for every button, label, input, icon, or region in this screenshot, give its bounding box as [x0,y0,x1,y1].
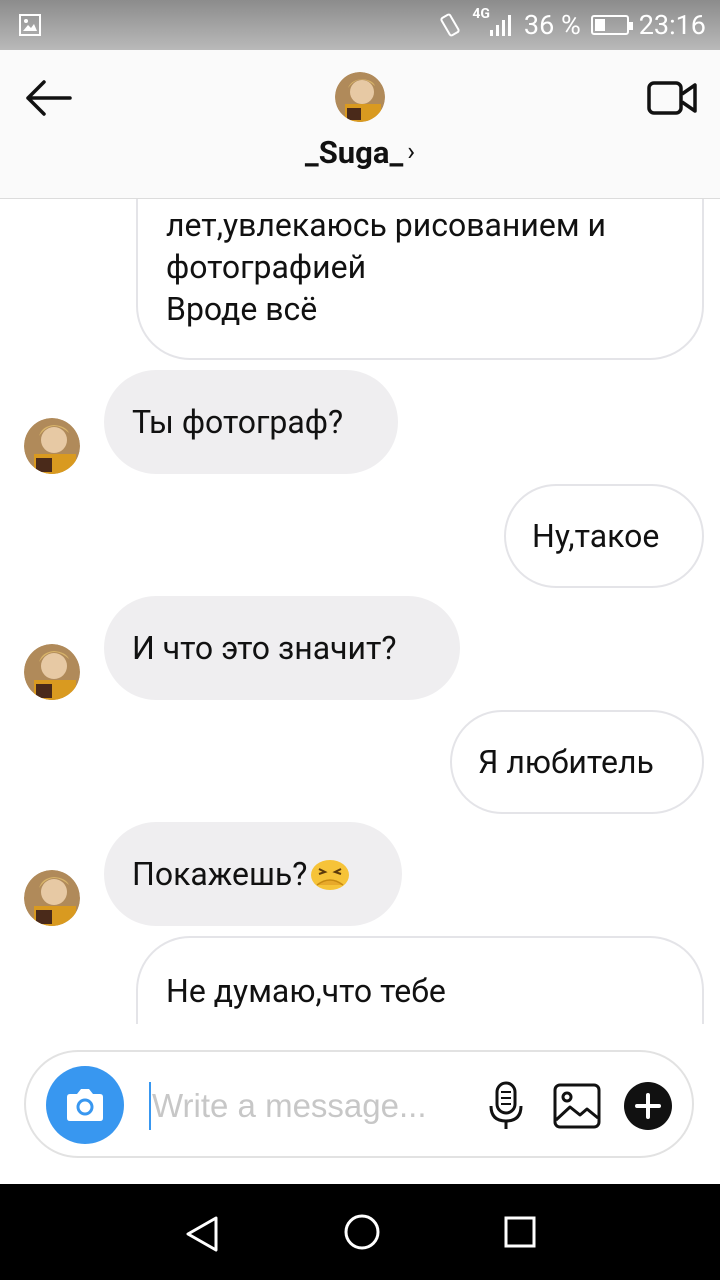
message-text: Ты фотограф? [132,403,344,441]
message-text: Не думаю,что тебе [166,972,446,1010]
gallery-icon[interactable] [552,1082,602,1130]
message-text: И что это значит? [132,629,397,667]
clock: 23:16 [638,9,706,41]
message-composer [24,1050,694,1158]
microphone-icon[interactable] [486,1080,526,1132]
message-text-line: Вроде всё [166,290,318,328]
message-bubble-incoming[interactable]: Ты фотограф? [104,370,398,474]
message-text: Я любитель [478,743,654,781]
battery-icon [590,15,633,35]
message-text-line: лет,увлекаюсь рисованием и [166,206,606,244]
header-username[interactable]: _Suga_ › [0,134,720,171]
gallery-notification-icon [19,14,41,36]
message-bubble-outgoing[interactable]: Ну,такое [504,484,704,588]
signal-icon [489,15,511,36]
chat-header: _Suga_ › [0,50,720,199]
chevron-right-icon: › [407,137,416,167]
nav-home-icon[interactable] [340,1210,384,1254]
status-bar: 4G 36 % 23:16 [0,0,720,50]
face-with-hand-over-mouth-emoji-icon [311,860,350,890]
username-text: _Suga_ [304,134,404,171]
text-caret [149,1082,151,1130]
add-plus-icon[interactable] [624,1082,672,1130]
camera-icon [67,1089,103,1121]
sender-avatar[interactable] [24,418,80,474]
message-thread[interactable]: лет,увлекаюсь рисованием и фотографией В… [0,198,720,1024]
sender-avatar[interactable] [24,644,80,700]
message-bubble-outgoing[interactable]: лет,увлекаюсь рисованием и фотографией В… [136,198,704,360]
sender-avatar[interactable] [24,870,80,926]
message-text: Покажешь? [132,855,308,893]
system-navigation-bar [0,1184,720,1280]
message-input[interactable] [152,1080,452,1132]
nav-recent-apps-icon[interactable] [500,1212,540,1252]
message-bubble-outgoing[interactable]: Я любитель [450,710,704,814]
message-text: Ну,такое [532,517,660,555]
message-bubble-incoming[interactable]: Покажешь? [104,822,402,926]
camera-button[interactable] [46,1066,124,1144]
battery-percent: 36 % [523,9,581,41]
header-avatar[interactable] [335,72,385,122]
message-text-line: фотографией [166,248,367,286]
message-bubble-incoming[interactable]: И что это значит? [104,596,460,700]
back-arrow-icon[interactable] [22,78,74,118]
video-call-icon[interactable] [646,78,698,118]
vibrate-icon [440,13,460,37]
nav-back-icon[interactable] [180,1212,224,1256]
message-bubble-outgoing[interactable]: Не думаю,что тебе [136,936,704,1024]
